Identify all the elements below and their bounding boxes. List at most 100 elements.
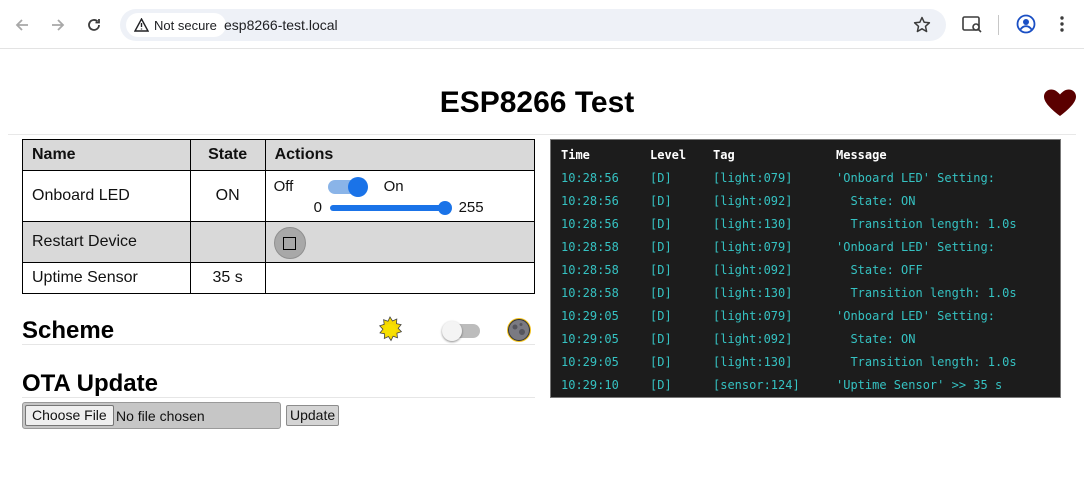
- toggle-knob[interactable]: [347, 177, 368, 197]
- log-header-message: Message: [836, 148, 887, 162]
- reload-icon: [88, 19, 100, 31]
- dark-mode-toggle[interactable]: [442, 321, 480, 341]
- log-level: [D]: [650, 378, 672, 392]
- log-tag: [light:079]: [713, 240, 793, 254]
- log-row: 10:28:58 [D] [light:079] 'Onboard LED' Sett…: [561, 236, 1051, 259]
- profile-icon[interactable]: [1015, 13, 1037, 40]
- log-message: State: ON: [836, 194, 916, 208]
- menu-dots-icon[interactable]: [1053, 13, 1071, 40]
- warning-icon: [134, 18, 149, 32]
- log-tag: [sensor:124]: [713, 378, 800, 392]
- toolbar-divider: [998, 15, 999, 35]
- log-row: 10:28:56 [D] [light:092] State: ON: [561, 190, 1051, 213]
- arrow-left-icon: [15, 19, 28, 31]
- restart-button[interactable]: [273, 227, 306, 259]
- scheme-divider: [22, 344, 535, 345]
- ota-heading: OTA Update: [22, 370, 158, 397]
- log-time: 10:29:10: [561, 378, 619, 392]
- log-time: 10:28:58: [561, 263, 619, 277]
- log-time: 10:28:58: [561, 286, 619, 300]
- log-level: [D]: [650, 240, 672, 254]
- entity-state: [189, 221, 266, 263]
- entity-name: Restart Device: [22, 221, 191, 263]
- log-level: [D]: [650, 217, 672, 231]
- log-panel[interactable]: Time Level Tag Message 10:28:56 [D] [light…: [550, 139, 1061, 398]
- log-level: [D]: [650, 355, 672, 369]
- log-time: 10:29:05: [561, 355, 619, 369]
- log-level: [D]: [650, 171, 672, 185]
- log-tag: [light:130]: [713, 286, 793, 300]
- ota-divider: [22, 397, 535, 398]
- browser-toolbar: Not secure esp8266-test.local: [0, 0, 1084, 49]
- url-text[interactable]: esp8266-test.local: [224, 17, 338, 33]
- log-row: 10:29:05 [D] [light:079] 'Onboard LED' Sett…: [561, 305, 1051, 328]
- log-header-time: Time: [561, 148, 590, 162]
- entity-table: Name State Actions Onboard LED ON Off On…: [22, 139, 536, 294]
- light-toggle[interactable]: [327, 177, 368, 197]
- log-message: State: OFF: [836, 263, 923, 277]
- search-tabs-icon[interactable]: [961, 13, 983, 40]
- log-row: 10:29:05 [D] [light:092] State: ON: [561, 328, 1051, 351]
- back-button[interactable]: [9, 12, 35, 38]
- log-row: 10:29:10 [D] [sensor:124] 'Uptime Sensor' >…: [561, 374, 1051, 397]
- choose-file-button[interactable]: Choose File: [25, 405, 114, 426]
- bookmark-star-icon[interactable]: [912, 15, 932, 40]
- log-header-row: Time Level Tag Message: [561, 144, 1051, 167]
- slider-thumb[interactable]: [437, 201, 452, 215]
- file-input[interactable]: Choose File No file chosen: [22, 402, 281, 429]
- log-tag: [light:092]: [713, 332, 793, 346]
- restart-actions: [264, 221, 536, 263]
- log-header-tag: Tag: [713, 148, 735, 162]
- column-header-actions: Actions: [264, 139, 536, 171]
- header-divider: [8, 134, 1076, 135]
- log-row: 10:28:56 [D] [light:079] 'Onboard LED' Sett…: [561, 167, 1051, 190]
- table-row-onboard-led: Onboard LED ON Off On 0 255: [22, 170, 536, 222]
- log-time: 10:28:58: [561, 240, 619, 254]
- brightness-slider[interactable]: [329, 201, 452, 215]
- forward-button[interactable]: [45, 12, 71, 38]
- log-row: 10:28:56 [D] [light:130] Transition length…: [561, 213, 1051, 236]
- log-level: [D]: [650, 286, 672, 300]
- log-time: 10:28:56: [561, 217, 619, 231]
- log-message: 'Onboard LED' Setting:: [836, 171, 995, 185]
- column-header-name: Name: [22, 139, 191, 171]
- toggle-on-label: On: [383, 178, 404, 195]
- log-row: 10:28:58 [D] [light:130] Transition length…: [561, 282, 1051, 305]
- log-tag: [light:079]: [713, 309, 793, 323]
- heart-icon[interactable]: [1043, 88, 1077, 123]
- log-message: Transition length: 1.0s: [836, 286, 1017, 300]
- log-time: 10:29:05: [561, 309, 619, 323]
- security-chip[interactable]: Not secure: [126, 13, 226, 37]
- page-title: ESP8266 Test: [439, 86, 635, 119]
- entity-state: 35 s: [189, 262, 266, 294]
- brightness-max-label: 255: [458, 199, 484, 216]
- column-header-state: State: [189, 139, 266, 171]
- log-message: Transition length: 1.0s: [836, 217, 1017, 231]
- toggle-knob[interactable]: [442, 321, 462, 341]
- log-level: [D]: [650, 263, 672, 277]
- update-button[interactable]: Update: [286, 405, 340, 426]
- security-label: Not secure: [154, 17, 217, 33]
- uptime-actions: [264, 262, 536, 294]
- arrow-right-icon: [52, 19, 65, 31]
- scheme-heading: Scheme: [22, 317, 115, 344]
- square-icon: [283, 236, 297, 250]
- log-header-level: Level: [650, 148, 687, 162]
- entity-name: Onboard LED: [22, 170, 191, 222]
- log-message: Transition length: 1.0s: [836, 355, 1017, 369]
- log-level: [D]: [650, 194, 672, 208]
- table-header-row: Name State Actions: [22, 139, 536, 171]
- address-bar[interactable]: Not secure esp8266-test.local: [120, 9, 946, 41]
- log-row: 10:29:05 [D] [light:130] Transition length…: [561, 351, 1051, 374]
- log-time: 10:28:56: [561, 194, 619, 208]
- log-message: 'Onboard LED' Setting:: [836, 309, 995, 323]
- light-actions: Off On 0 255: [264, 170, 536, 222]
- log-time: 10:28:56: [561, 171, 619, 185]
- log-tag: [light:130]: [713, 217, 793, 231]
- log-tag: [light:092]: [713, 194, 793, 208]
- log-time: 10:29:05: [561, 332, 619, 346]
- log-message: 'Uptime Sensor' >> 35 s: [836, 378, 1003, 392]
- reload-button[interactable]: [81, 12, 107, 38]
- log-message: State: ON: [836, 332, 916, 346]
- log-message: 'Onboard LED' Setting:: [836, 240, 995, 254]
